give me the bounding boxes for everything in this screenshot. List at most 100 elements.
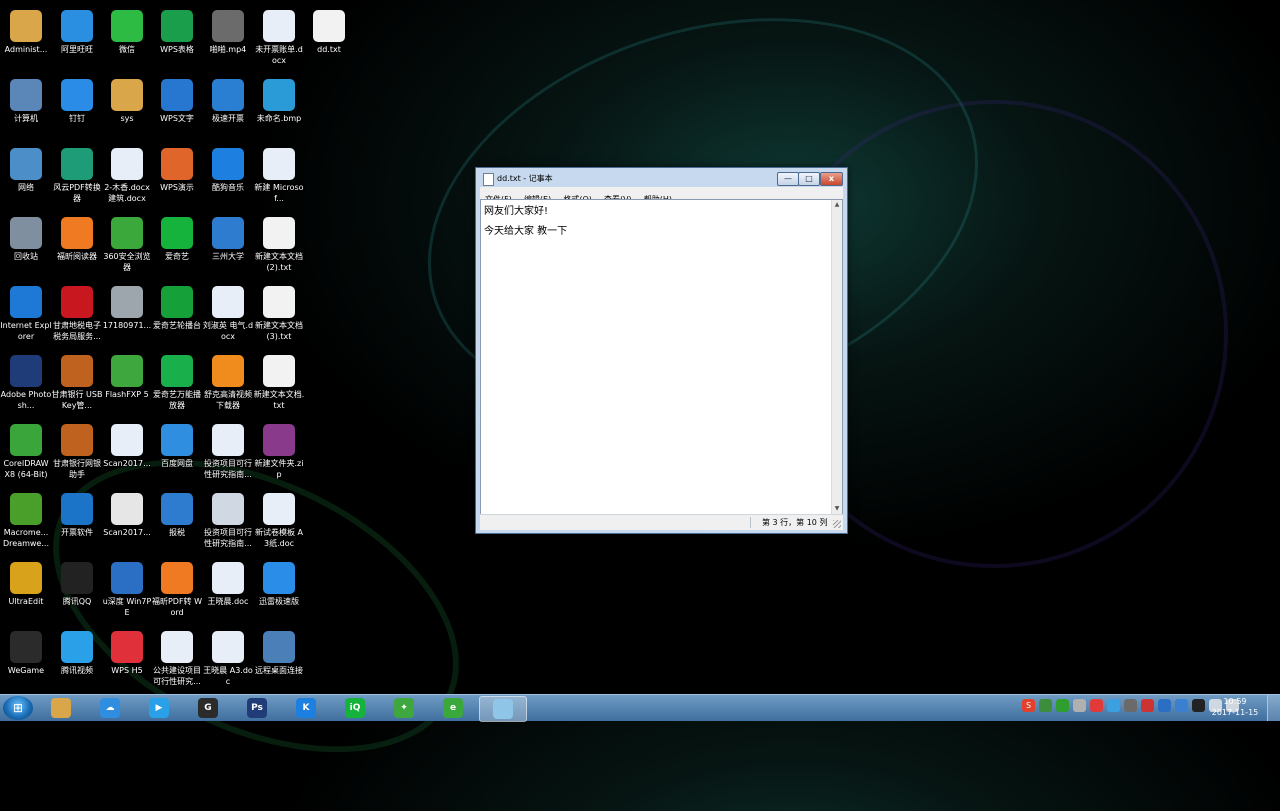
desktop-icon[interactable]: WPS表格 [151,4,203,55]
desktop-icon[interactable]: 迅雷极速版 [253,556,305,607]
desktop-icon[interactable]: 公共建设项目可行性研究... [151,625,203,687]
taskbar-item-flashfxp[interactable]: ✦ [381,696,427,720]
desktop-icon[interactable]: 爱奇艺 [151,211,203,262]
qq-tray-icon[interactable] [1192,699,1205,712]
iqiyi-player-icon [161,355,193,387]
scroll-down-arrow-icon[interactable]: ▼ [832,504,842,514]
desktop-icon[interactable]: 舒克高清视频下载器 [202,349,254,411]
desktop-icon-label: 甘肃银行 USBKey管... [51,390,103,410]
tray-icon-6[interactable] [1124,699,1137,712]
desktop-icon[interactable]: 爱奇艺万能播放器 [151,349,203,411]
desktop-icon[interactable]: 新试卷模板 A3纸.doc [253,487,305,549]
close-button[interactable]: x [820,172,843,186]
desktop-icon[interactable]: Scan2017... [101,487,153,538]
maximize-button[interactable]: □ [798,172,820,186]
sogou-ime-icon[interactable]: S [1022,699,1035,712]
desktop-icon[interactable]: 投资项目可行性研究指南... [202,418,254,480]
taskbar-item-kugou[interactable]: K [283,696,329,720]
desktop-icon[interactable]: dd.txt [303,4,355,55]
desktop-icon-label: UltraEdit [8,597,44,606]
desktop-icon[interactable]: 甘肃银行 USBKey管... [51,349,103,411]
wps-sheet-icon [161,10,193,42]
taskbar-item-wegame[interactable]: G [185,696,231,720]
desktop-icon[interactable]: WPS H5 [101,625,153,676]
desktop-icon[interactable]: 投资项目可行性研究指南... [202,487,254,549]
minimize-button[interactable]: — [777,172,799,186]
desktop-icon[interactable]: 2-木香.docx 建筑.docx [101,142,153,204]
tray-icon-8[interactable] [1158,699,1171,712]
desktop-icon[interactable]: WeGame [0,625,52,676]
desktop-icon[interactable]: WPS文字 [151,73,203,124]
vertical-scrollbar[interactable]: ▲ ▼ [831,200,842,514]
desktop-icon[interactable]: FlashFXP 5 [101,349,153,400]
taskbar-item-notepad[interactable] [479,696,527,722]
desktop-icon[interactable]: 爱奇艺轮播台 [151,280,203,331]
tray-icon-3[interactable] [1073,699,1086,712]
taskbar-item-explorer[interactable] [38,696,84,720]
desktop-icon[interactable]: 钉钉 [51,73,103,124]
desktop-icon[interactable]: UltraEdit [0,556,52,607]
desktop-icon[interactable]: u深度 Win7PE [101,556,153,618]
desktop-icon[interactable]: 新建文本文档 (2).txt [253,211,305,273]
desktop-icon[interactable]: 网络 [0,142,52,193]
desktop-icon[interactable]: 360安全浏览器 [101,211,153,273]
desktop-icon[interactable]: 远程桌面连接 [253,625,305,676]
desktop-icon[interactable]: 福昕PDF转 Word [151,556,203,618]
notepad-window[interactable]: dd.txt - 记事本 — □ x 文件(F) 编辑(E) 格式(O) 查看(… [475,167,848,534]
shield-icon[interactable] [1175,699,1188,712]
desktop-icon[interactable]: 福昕阅读器 [51,211,103,262]
scroll-up-arrow-icon[interactable]: ▲ [832,200,842,210]
desktop-icon[interactable]: Adobe Photosh... [0,349,52,411]
taskbar-item-iqiyi[interactable]: iQ [332,696,378,720]
desktop-icon[interactable]: 微信 [101,4,153,55]
desktop-icon[interactable]: 腾讯视频 [51,625,103,676]
text-editor-area[interactable]: 网友们大家好! 今天给大家 教一下 ▲ ▼ [480,199,843,515]
desktop-icon[interactable]: 开票软件 [51,487,103,538]
desktop-icon[interactable]: 风云PDF转换器 [51,142,103,204]
desktop-icon[interactable]: 未开票账单.docx [253,4,305,66]
tray-icon-1[interactable] [1039,699,1052,712]
desktop-icon[interactable]: 王晓晨 A3.doc [202,625,254,687]
desktop-icon[interactable]: 新建 Microsof... [253,142,305,204]
desktop-icon[interactable]: 刘淑英 电气.docx [202,280,254,342]
desktop-icon[interactable]: 啪啪.mp4 [202,4,254,55]
desktop-icon[interactable]: 回收站 [0,211,52,262]
desktop-icon[interactable]: WPS演示 [151,142,203,193]
desktop-icon[interactable]: 三州大学 [202,211,254,262]
desktop-icon[interactable]: 新建文本文档.txt [253,349,305,411]
desktop-icon[interactable]: CorelDRAW X8 (64-Bit) [0,418,52,480]
desktop-icon[interactable]: 甘肃地税电子税务局服务... [51,280,103,342]
resize-grip-icon[interactable] [833,520,841,528]
show-desktop-button[interactable] [1267,695,1280,721]
tray-icon-4[interactable] [1090,699,1103,712]
tray-icon-7[interactable] [1141,699,1154,712]
desktop-icon[interactable]: 新建文件夹.zip [253,418,305,480]
desktop-icon[interactable]: 报税 [151,487,203,538]
desktop-icon[interactable]: 新建文本文档 (3).txt [253,280,305,342]
desktop-icon[interactable]: 甘肃银行网银助手 [51,418,103,480]
start-button[interactable]: ⊞ [3,696,33,720]
title-bar[interactable]: dd.txt - 记事本 — □ x [476,168,847,188]
taskbar-item-photoshop[interactable]: Ps [234,696,280,720]
system-tray: S [1022,699,1239,717]
desktop-icon[interactable]: 百度网盘 [151,418,203,469]
desktop-icon[interactable]: sys [101,73,153,124]
clock[interactable]: 10:59 2017-11-15 [1210,696,1260,718]
desktop-icon[interactable]: 未命名.bmp [253,73,305,124]
tray-icon-2[interactable] [1056,699,1069,712]
desktop-icon[interactable]: 王晓晨.doc [202,556,254,607]
taskbar-item-360-browser[interactable]: e [430,696,476,720]
desktop-icon[interactable]: 17180971... [101,280,153,331]
desktop-icon[interactable]: 阿里旺旺 [51,4,103,55]
desktop-icon[interactable]: Scan2017... [101,418,153,469]
tray-icon-5[interactable] [1107,699,1120,712]
desktop-icon[interactable]: Administ... [0,4,52,55]
desktop-icon[interactable]: 计算机 [0,73,52,124]
desktop-icon[interactable]: 腾讯QQ [51,556,103,607]
desktop-icon[interactable]: Internet Explorer [0,280,52,342]
desktop-icon[interactable]: 极速开票 [202,73,254,124]
desktop-icon[interactable]: Macrome... Dreamwe... [0,487,52,549]
desktop-icon[interactable]: 酷狗音乐 [202,142,254,193]
taskbar-item-tencent-video[interactable]: ▶ [136,696,182,720]
taskbar-item-baidu-netdisk[interactable]: ☁ [87,696,133,720]
